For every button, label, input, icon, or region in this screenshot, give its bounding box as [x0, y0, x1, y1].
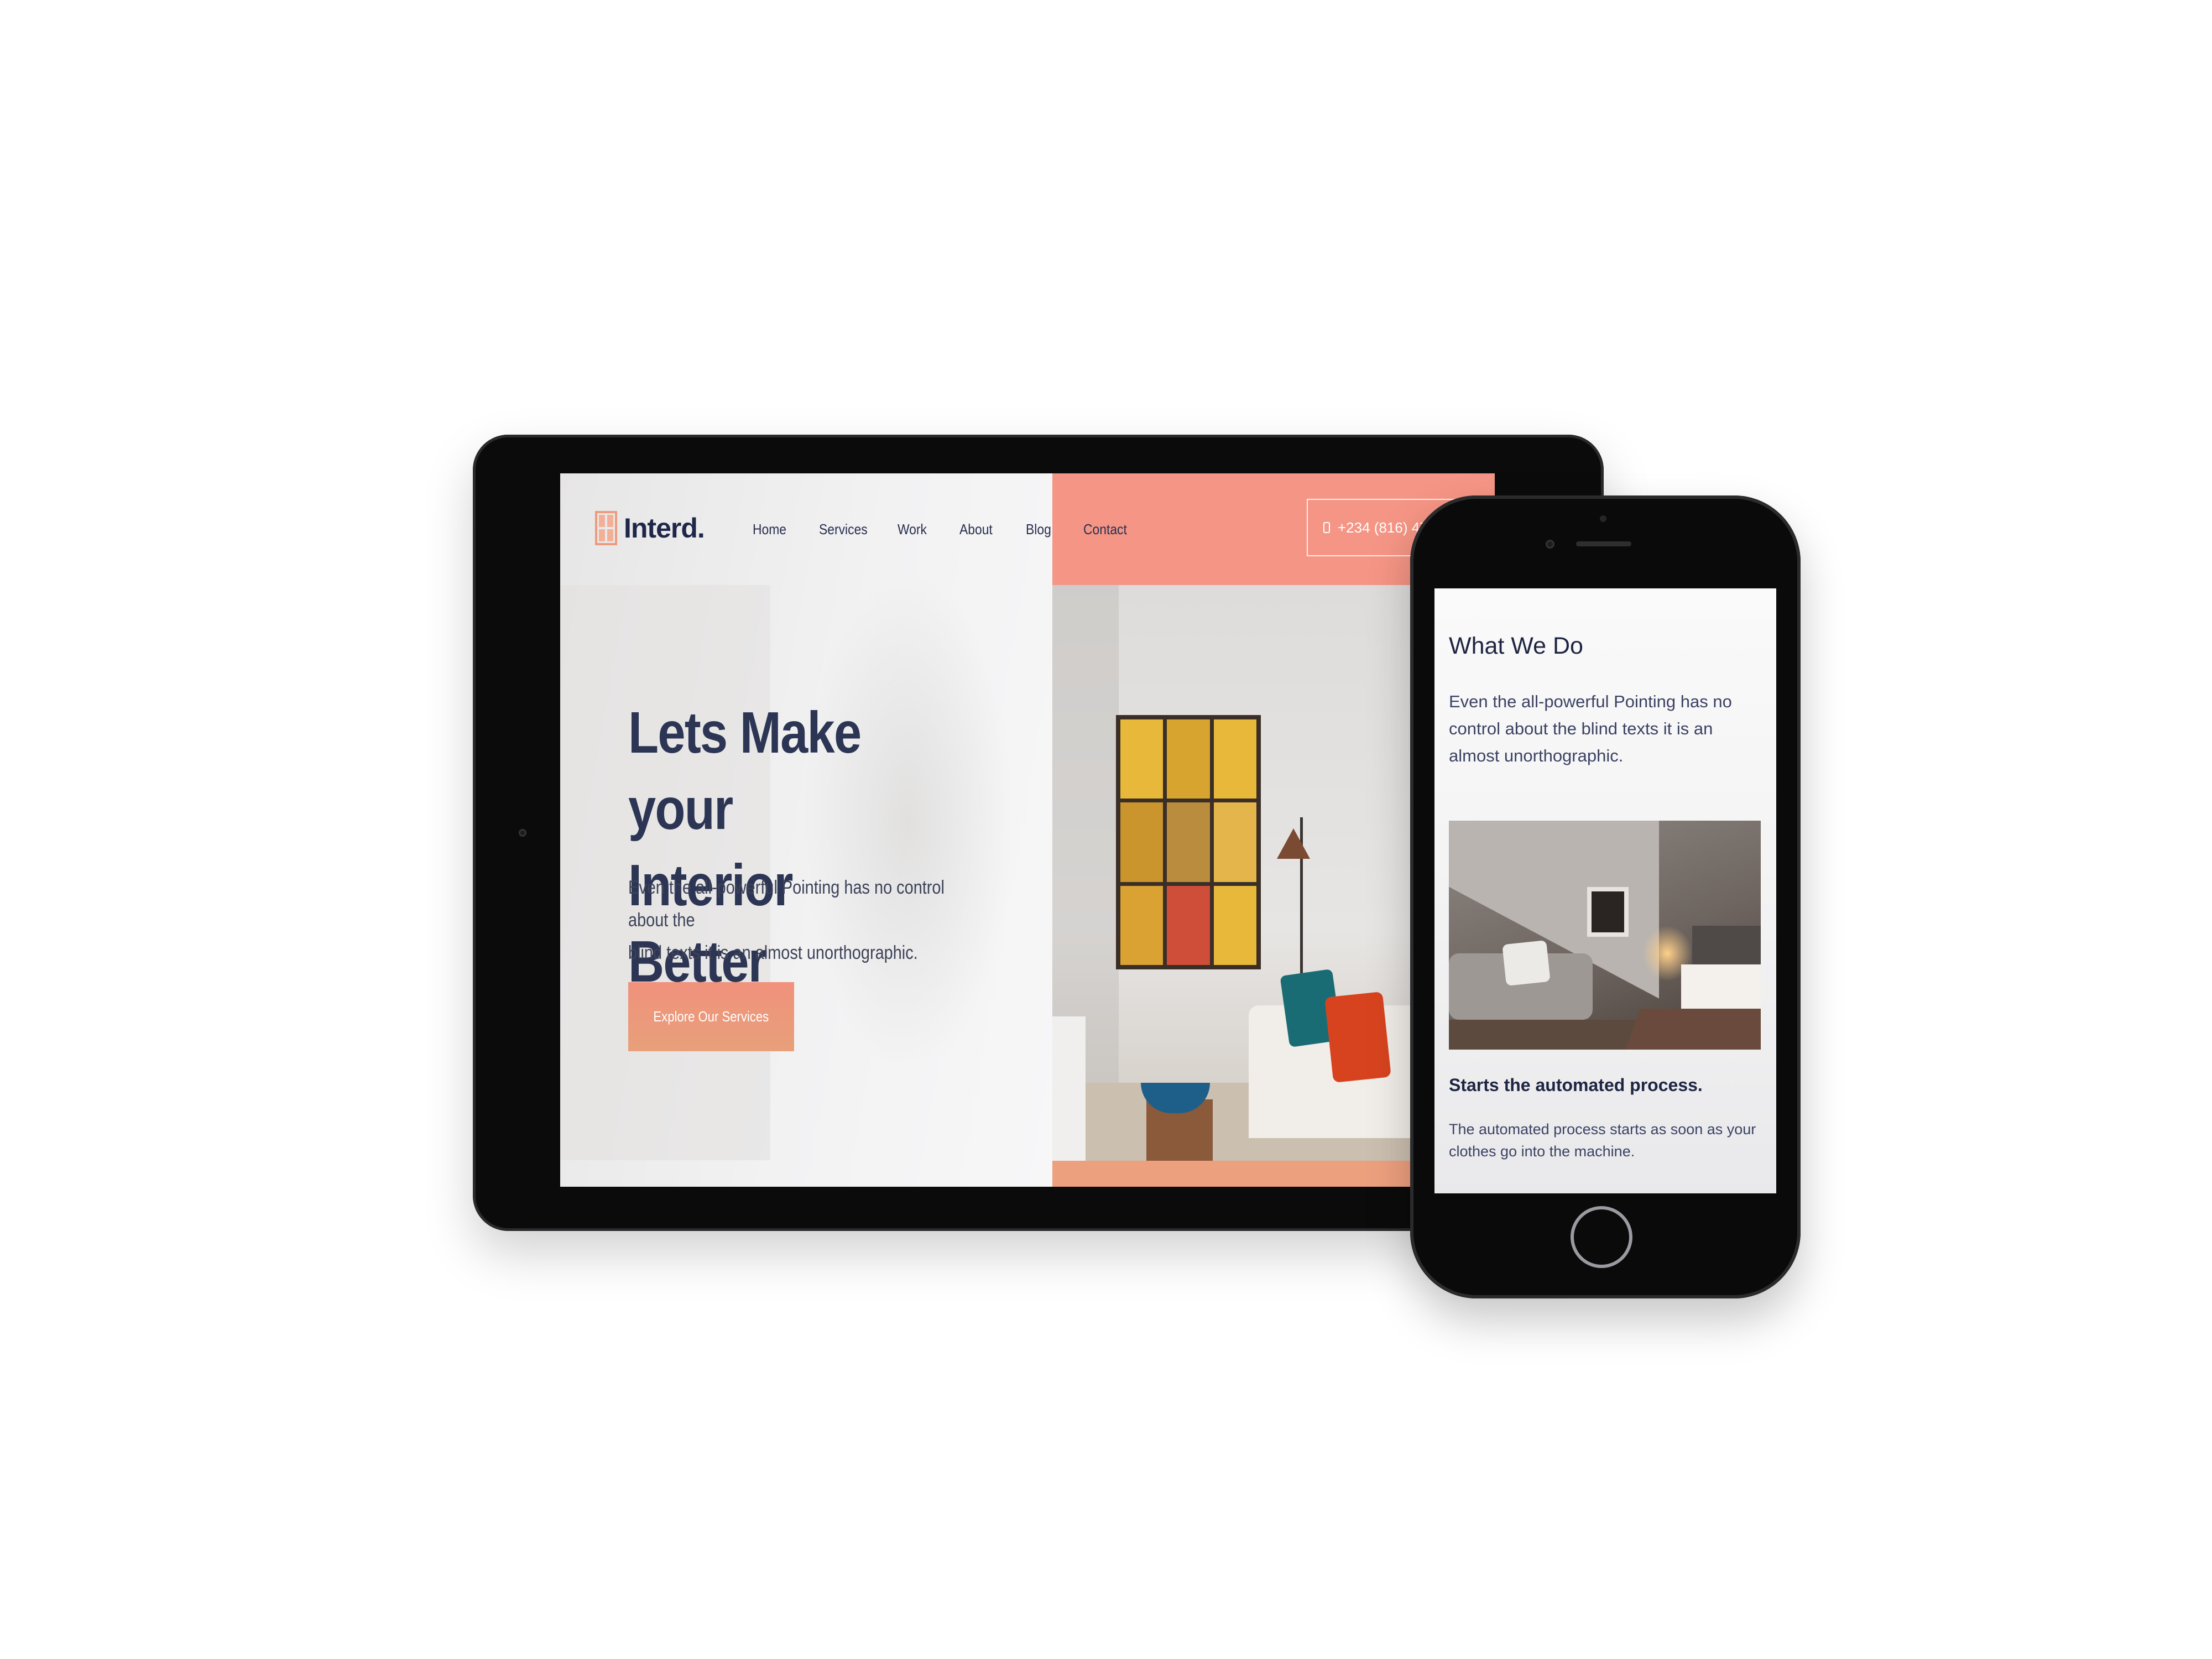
- feature-description: The automated process starts as soon as …: [1449, 1121, 1756, 1160]
- nav-work[interactable]: Work: [898, 521, 946, 538]
- phone-speaker: [1576, 541, 1631, 546]
- hero-description: Even the all-powerful Pointing has no co…: [628, 877, 945, 963]
- phone-icon: [1323, 522, 1330, 533]
- phone-screen: What We Do Even the all-powerful Pointin…: [1434, 588, 1776, 1193]
- logo[interactable]: Interd.: [595, 511, 705, 545]
- nav-services[interactable]: Services: [819, 521, 882, 538]
- wall-art: [1116, 715, 1261, 969]
- window-grid-icon: [595, 511, 617, 545]
- phone-device: What We Do Even the all-powerful Pointin…: [1410, 495, 1801, 1298]
- explore-services-button[interactable]: Explore Our Services: [628, 982, 794, 1051]
- home-button[interactable]: [1571, 1206, 1632, 1268]
- main-nav: Home Services Work About Blog Contact: [753, 473, 1151, 585]
- feature-title: Starts the automated process.: [1449, 1075, 1703, 1095]
- nav-home[interactable]: Home: [753, 521, 805, 538]
- phone-number: +234 (816) 47: [1338, 519, 1428, 536]
- logo-text: Interd.: [624, 513, 705, 544]
- phone-front-camera: [1546, 540, 1554, 549]
- site-header: Interd. Home Services Work About Blog Co…: [560, 473, 1495, 585]
- nav-about[interactable]: About: [959, 521, 1012, 538]
- tablet-camera: [519, 829, 526, 837]
- tablet-screen: Interd. Home Services Work About Blog Co…: [560, 473, 1495, 1187]
- nav-contact[interactable]: Contact: [1083, 521, 1137, 538]
- bedroom-image: [1449, 821, 1761, 1050]
- section-description: Even the all-powerful Pointing has no co…: [1449, 692, 1732, 765]
- nav-blog[interactable]: Blog: [1026, 521, 1071, 538]
- section-title: What We Do: [1449, 633, 1583, 659]
